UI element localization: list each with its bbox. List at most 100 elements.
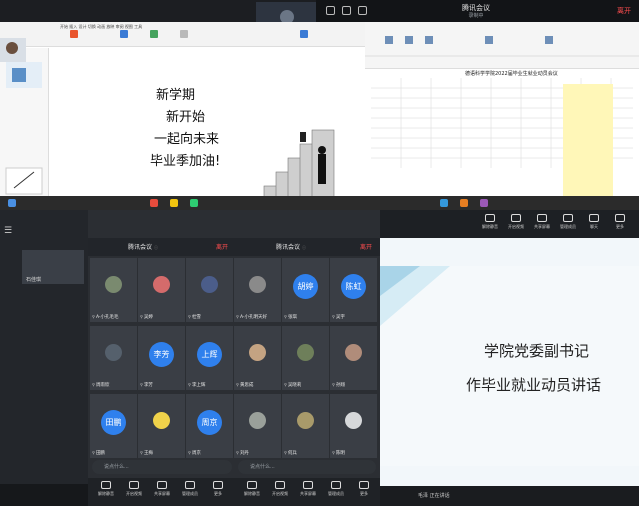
participant-tile[interactable]: 田鹏田鹏 — [90, 394, 137, 458]
members-button[interactable]: 管理成员 — [322, 481, 350, 497]
avatar-initials: 上辉 — [197, 342, 222, 367]
avatar — [249, 344, 266, 361]
participant-tile[interactable]: 陈明 — [330, 394, 377, 458]
toolbar-icon[interactable] — [150, 30, 158, 38]
taskbar-app-icon[interactable] — [480, 199, 488, 207]
taskbar-app-icon[interactable] — [170, 199, 178, 207]
avatar — [105, 344, 122, 361]
more-button[interactable]: 更多 — [606, 214, 634, 230]
leave-button[interactable]: 离开 — [216, 242, 228, 251]
participant-name: 何兵 — [284, 450, 297, 456]
avatar — [249, 276, 266, 293]
mute-button[interactable]: 解除静音 — [476, 214, 504, 230]
participant-name: 黄思成 — [236, 382, 254, 388]
participant-tile[interactable]: 吴婷 — [138, 258, 185, 322]
stairs-illustration — [263, 129, 335, 207]
slide-thumbnails[interactable] — [0, 48, 49, 208]
members-icon — [563, 214, 573, 222]
participant-name: 田鹏 — [92, 450, 105, 456]
chat-input[interactable]: 说点什么... — [238, 460, 376, 474]
taskbar-app-icon[interactable] — [460, 199, 468, 207]
video-button[interactable]: 开启视频 — [120, 481, 148, 497]
participant-tile[interactable]: 吴晓莉 — [282, 326, 329, 390]
participant-tile[interactable]: 王梅 — [138, 394, 185, 458]
meeting-top-bar: 腾讯会议 录制中 离开 — [316, 0, 639, 22]
taskbar-app-icon[interactable] — [440, 199, 448, 207]
participant-tile[interactable]: 周京周京 — [186, 394, 233, 458]
participant-name: 李芳 — [140, 382, 153, 388]
members-button[interactable]: 管理成员 — [554, 214, 582, 230]
avatar — [153, 412, 170, 429]
video-icon[interactable] — [342, 6, 351, 15]
participant-tile[interactable]: 陈虹吴宇 — [330, 258, 377, 322]
mute-button[interactable]: 解除静音 — [238, 481, 266, 497]
participant-tile[interactable]: 上辉李上辉 — [186, 326, 233, 390]
participant-tile[interactable]: 孙翔 — [330, 326, 377, 390]
avatar — [345, 412, 362, 429]
taskbar-app-icon[interactable] — [150, 199, 158, 207]
toolbar-icon[interactable] — [180, 30, 188, 38]
avatar-initials: 李芳 — [149, 342, 174, 367]
taskbar-app-icon[interactable] — [190, 199, 198, 207]
video-button[interactable]: 开启视频 — [502, 214, 530, 230]
leave-button[interactable]: 离开 — [617, 6, 631, 16]
ppt-toolbar — [0, 22, 365, 47]
spreadsheet-ribbon[interactable] — [365, 22, 639, 69]
participant-tile[interactable]: 刘丹 — [234, 394, 281, 458]
share-icon[interactable] — [358, 6, 367, 15]
chat-button[interactable]: 聊天 — [580, 214, 608, 230]
share-button[interactable]: 共享屏幕 — [528, 214, 556, 230]
avatar — [201, 276, 218, 293]
participant-name: 周京 — [188, 450, 201, 456]
spreadsheet-window: 德语科学学院2022届毕业生就业动员会议 — [365, 22, 639, 212]
avatar — [6, 42, 18, 54]
avatar — [105, 276, 122, 293]
presentation-window: 开始 插入 设计 切换 动画 放映 审阅 视图 工具 新学期 新开始 一起向未来… — [0, 22, 382, 214]
toolbar-icon[interactable] — [300, 30, 308, 38]
shared-screen-panel: 解除静音 开启视频 共享屏幕 管理成员 聊天 更多 学院党委副书记 作毕业就业动… — [380, 210, 639, 506]
left-meeting-panel: ☰ 石佳琪 — [0, 210, 88, 506]
toolbar-icon[interactable] — [120, 30, 128, 38]
avatar — [153, 276, 170, 293]
video-gallery: 腾讯会议ⓘ 离开 腾讯会议ⓘ 离开 A-小孔毛毛吴婷杜雪A-小孔明天好胡婷张琪陈… — [88, 210, 380, 506]
slide-decoration — [380, 266, 450, 326]
share-icon — [537, 214, 547, 222]
more-button[interactable]: 更多 — [204, 481, 232, 497]
participant-name: 刘丹 — [236, 450, 249, 456]
thumbnail-art — [5, 62, 43, 195]
participant-tile[interactable]: 胡婷张琪 — [282, 258, 329, 322]
share-button[interactable]: 共享屏幕 — [294, 481, 322, 497]
participant-tile[interactable]: 周雨欣 — [90, 326, 137, 390]
participant-tile[interactable]: 杜雪 — [186, 258, 233, 322]
participant-name: 石佳琪 — [26, 277, 42, 283]
mic-icon — [247, 481, 257, 489]
ribbon-tabs[interactable]: 开始 插入 设计 切换 动画 放映 审阅 视图 工具 — [60, 24, 142, 30]
participant-tile[interactable]: 黄思成 — [234, 326, 281, 390]
mute-button[interactable]: 解除静音 — [92, 481, 120, 497]
participant-name: 李上辉 — [188, 382, 206, 388]
participant-name: 周雨欣 — [92, 382, 110, 388]
more-button[interactable]: 更多 — [350, 481, 378, 497]
members-button[interactable]: 管理成员 — [176, 481, 204, 497]
mic-icon[interactable] — [326, 6, 335, 15]
shared-screen-toolbar: 解除静音 开启视频 共享屏幕 管理成员 聊天 更多 — [380, 210, 639, 238]
ribbon-icons — [365, 36, 639, 57]
participant-tile[interactable]: 李芳李芳 — [138, 326, 185, 390]
share-button[interactable]: 共享屏幕 — [148, 481, 176, 497]
participant-tile[interactable]: 何兵 — [282, 394, 329, 458]
participant-name: 孙翔 — [332, 382, 345, 388]
menu-icon[interactable]: ☰ — [4, 226, 12, 236]
participant-tile[interactable]: A-小孔明天好 — [234, 258, 281, 322]
avatar — [249, 412, 266, 429]
video-icon — [275, 481, 285, 489]
participant-name: A-小孔毛毛 — [92, 314, 119, 320]
video-button[interactable]: 开启视频 — [266, 481, 294, 497]
participant-tile[interactable]: A-小孔毛毛 — [90, 258, 137, 322]
participant-name: 陈明 — [332, 450, 345, 456]
chat-input[interactable]: 说点什么... — [92, 460, 232, 474]
avatar-initials: 周京 — [197, 410, 222, 435]
leave-button[interactable]: 离开 — [360, 242, 372, 251]
start-icon[interactable] — [8, 199, 16, 207]
members-icon — [185, 481, 195, 489]
participant-name: 吴婷 — [140, 314, 153, 320]
